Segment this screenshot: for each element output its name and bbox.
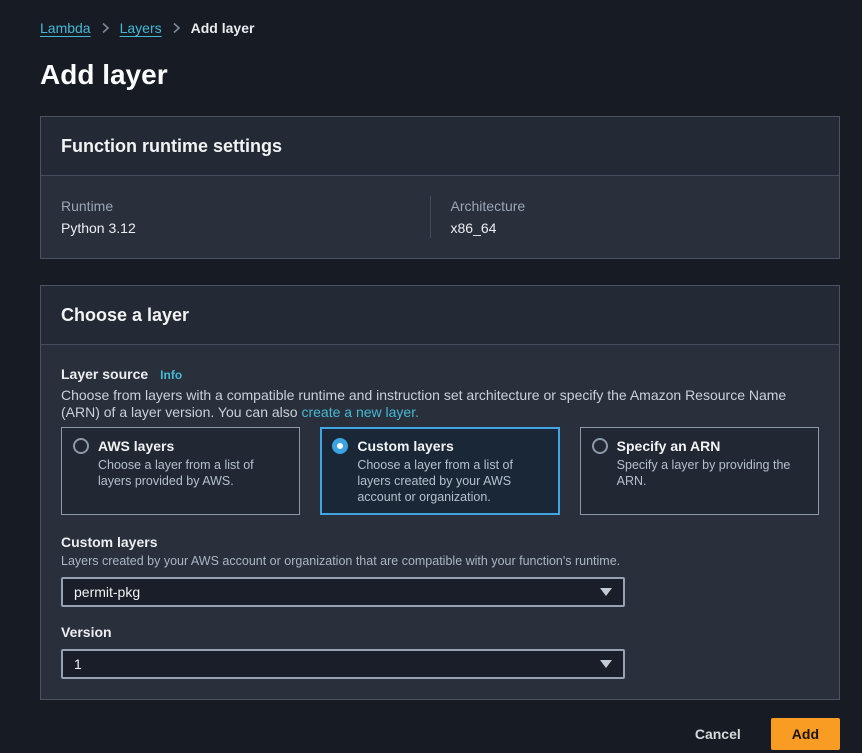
breadcrumb: Lambda Layers Add layer xyxy=(40,0,840,36)
card-title: Choose a layer xyxy=(61,303,819,327)
custom-layers-group: Custom layers Layers created by your AWS… xyxy=(61,533,819,607)
caret-down-icon xyxy=(600,588,612,596)
custom-layers-select[interactable]: permit-pkg xyxy=(61,577,625,607)
create-new-layer-link[interactable]: create a new layer. xyxy=(301,404,419,420)
card-header: Function runtime settings xyxy=(41,117,839,176)
card-body: Runtime Python 3.12 Architecture x86_64 xyxy=(41,176,839,258)
layer-source-tiles: AWS layers Choose a layer from a list of… xyxy=(61,427,819,515)
tile-description: Specify a layer by providing the ARN. xyxy=(617,457,807,489)
architecture-column: Architecture x86_64 xyxy=(430,196,820,238)
cancel-button[interactable]: Cancel xyxy=(695,726,741,742)
radio-icon[interactable] xyxy=(73,438,89,454)
tile-description: Choose a layer from a list of layers cre… xyxy=(357,457,547,505)
layer-source-description: Choose from layers with a compatible run… xyxy=(61,387,819,421)
chevron-right-icon xyxy=(101,22,110,34)
runtime-settings-row: Runtime Python 3.12 Architecture x86_64 xyxy=(61,196,819,238)
runtime-label: Runtime xyxy=(61,196,430,216)
tile-title: Custom layers xyxy=(357,437,547,455)
runtime-value: Python 3.12 xyxy=(61,218,430,238)
breadcrumb-link-lambda[interactable]: Lambda xyxy=(40,20,91,36)
version-group: Version 1 xyxy=(61,623,819,679)
tile-title: AWS layers xyxy=(98,437,288,455)
add-layer-page: Lambda Layers Add layer Add layer Functi… xyxy=(0,0,862,750)
tile-description: Choose a layer from a list of layers pro… xyxy=(98,457,288,489)
architecture-value: x86_64 xyxy=(451,218,820,238)
function-runtime-settings-card: Function runtime settings Runtime Python… xyxy=(40,116,840,259)
caret-down-icon xyxy=(600,660,612,668)
chevron-right-icon xyxy=(172,22,181,34)
choose-a-layer-card: Choose a layer Layer source Info Choose … xyxy=(40,285,840,700)
version-select-value: 1 xyxy=(74,656,82,672)
page-title: Add layer xyxy=(40,60,840,90)
tile-custom-layers[interactable]: Custom layers Choose a layer from a list… xyxy=(320,427,559,515)
radio-icon[interactable] xyxy=(592,438,608,454)
breadcrumb-current-add-layer: Add layer xyxy=(191,20,255,36)
custom-layers-description: Layers created by your AWS account or or… xyxy=(61,554,819,569)
version-select[interactable]: 1 xyxy=(61,649,625,679)
card-title: Function runtime settings xyxy=(61,134,819,158)
tile-title: Specify an ARN xyxy=(617,437,807,455)
card-header: Choose a layer xyxy=(41,286,839,345)
tile-aws-layers[interactable]: AWS layers Choose a layer from a list of… xyxy=(61,427,300,515)
breadcrumb-link-layers[interactable]: Layers xyxy=(120,20,162,36)
layer-source-label-row: Layer source Info xyxy=(61,365,819,383)
version-label: Version xyxy=(61,623,819,641)
tile-text: Specify an ARN Specify a layer by provid… xyxy=(617,437,807,489)
custom-layers-select-value: permit-pkg xyxy=(74,584,140,600)
card-body: Layer source Info Choose from layers wit… xyxy=(41,345,839,699)
custom-layers-label: Custom layers xyxy=(61,533,819,551)
layer-source-description-text: Choose from layers with a compatible run… xyxy=(61,387,786,420)
radio-checked-icon[interactable] xyxy=(332,438,348,454)
layer-source-label: Layer source xyxy=(61,365,148,383)
tile-text: AWS layers Choose a layer from a list of… xyxy=(98,437,288,489)
tile-text: Custom layers Choose a layer from a list… xyxy=(357,437,547,505)
footer-actions: Cancel Add xyxy=(40,718,840,750)
runtime-column: Runtime Python 3.12 xyxy=(61,196,430,238)
tile-specify-an-arn[interactable]: Specify an ARN Specify a layer by provid… xyxy=(580,427,819,515)
add-button[interactable]: Add xyxy=(771,718,840,750)
architecture-label: Architecture xyxy=(451,196,820,216)
info-link[interactable]: Info xyxy=(160,368,182,382)
